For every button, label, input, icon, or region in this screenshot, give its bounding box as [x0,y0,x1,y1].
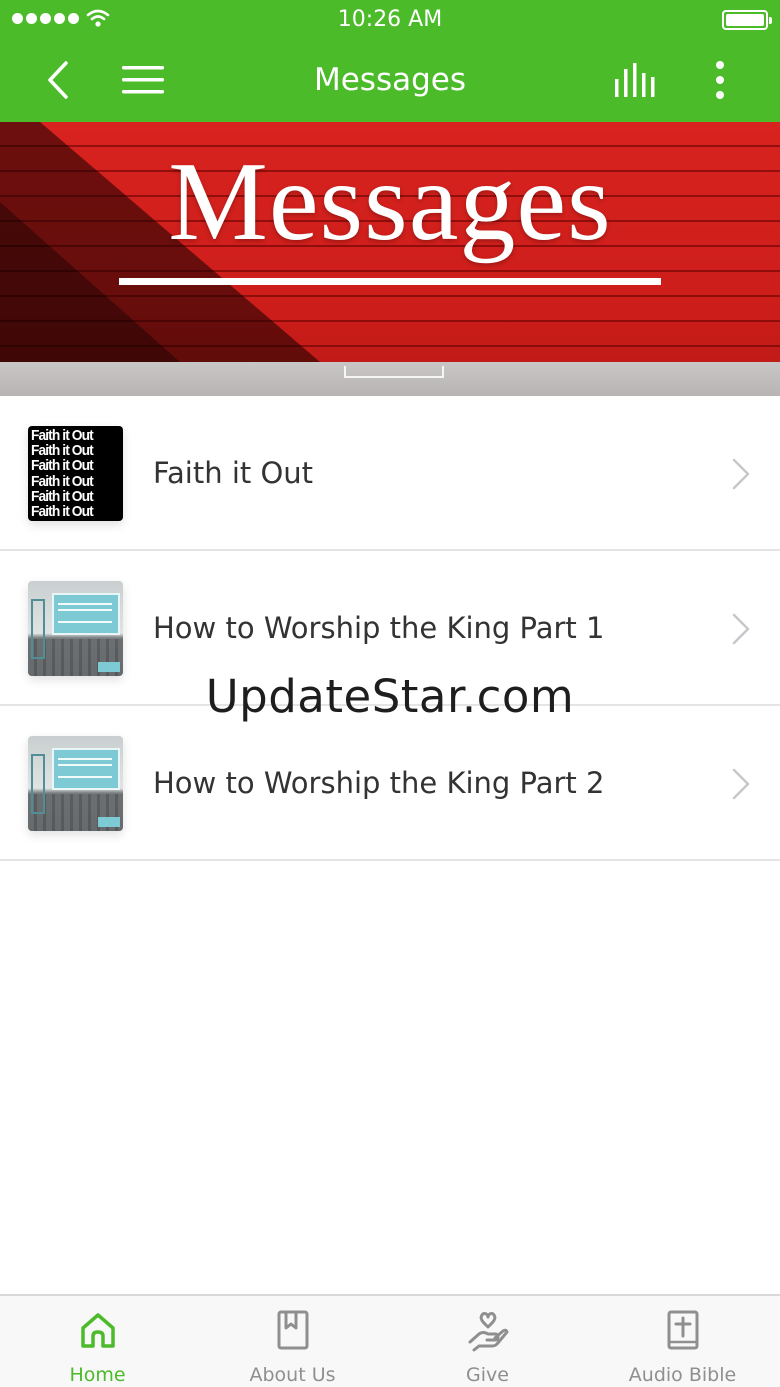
list-item-worship-king-part-2[interactable]: How to Worship the King Part 2 [0,706,780,861]
thumbnail-text-line: Faith it Out [31,457,94,475]
bible-icon [667,1310,698,1350]
status-bar: 10:26 AM [0,0,780,40]
tab-label: Home [69,1364,126,1386]
more-options-button[interactable] [700,54,740,106]
thumbnail-text-line: Faith it Out [31,472,94,490]
chevron-right-icon [732,768,750,800]
navigation-bar: Messages [0,40,780,122]
status-time: 10:26 AM [337,7,443,32]
thumbnail-worship-king [28,581,123,676]
battery-icon [722,10,772,30]
watermark-text: UpdateStar.com [205,670,575,723]
list-item-title: Faith it Out [153,456,314,490]
tab-audio-bible[interactable]: Audio Bible [585,1296,780,1387]
hero-title: Messages [168,140,612,264]
list-item-title: How to Worship the King Part 2 [153,766,605,800]
hero-banner: Messages [0,122,780,396]
thumbnail-worship-king [28,736,123,831]
equalizer-bars-icon [615,63,655,97]
message-list: Faith it Out Faith it Out Faith it Out F… [0,396,780,861]
tab-label: Audio Bible [628,1364,737,1386]
home-icon [80,1313,115,1348]
hero-ground-marking [344,366,444,378]
tab-label: About Us [249,1364,336,1386]
thumbnail-text-line: Faith it Out [31,503,94,521]
tab-bar: Home About Us Give Audio Bible [0,1294,780,1387]
give-hand-heart-icon [468,1312,508,1352]
vertical-ellipsis-icon [716,61,724,99]
book-icon [277,1310,308,1350]
thumbnail-text-line: Faith it Out [31,427,94,444]
thumbnail-text-line: Faith it Out [31,442,94,460]
tab-home[interactable]: Home [0,1296,195,1387]
hero-underline [119,278,661,285]
chevron-right-icon [732,613,750,645]
list-item-faith-it-out[interactable]: Faith it Out Faith it Out Faith it Out F… [0,396,780,551]
list-item-title: How to Worship the King Part 1 [153,611,605,645]
chevron-right-icon [732,458,750,490]
tab-about-us[interactable]: About Us [195,1296,390,1387]
tab-give[interactable]: Give [390,1296,585,1387]
thumbnail-faith-it-out: Faith it Out Faith it Out Faith it Out F… [28,426,123,521]
audio-player-button[interactable] [610,54,664,106]
tab-label: Give [466,1364,509,1386]
thumbnail-text-line: Faith it Out [31,487,94,505]
